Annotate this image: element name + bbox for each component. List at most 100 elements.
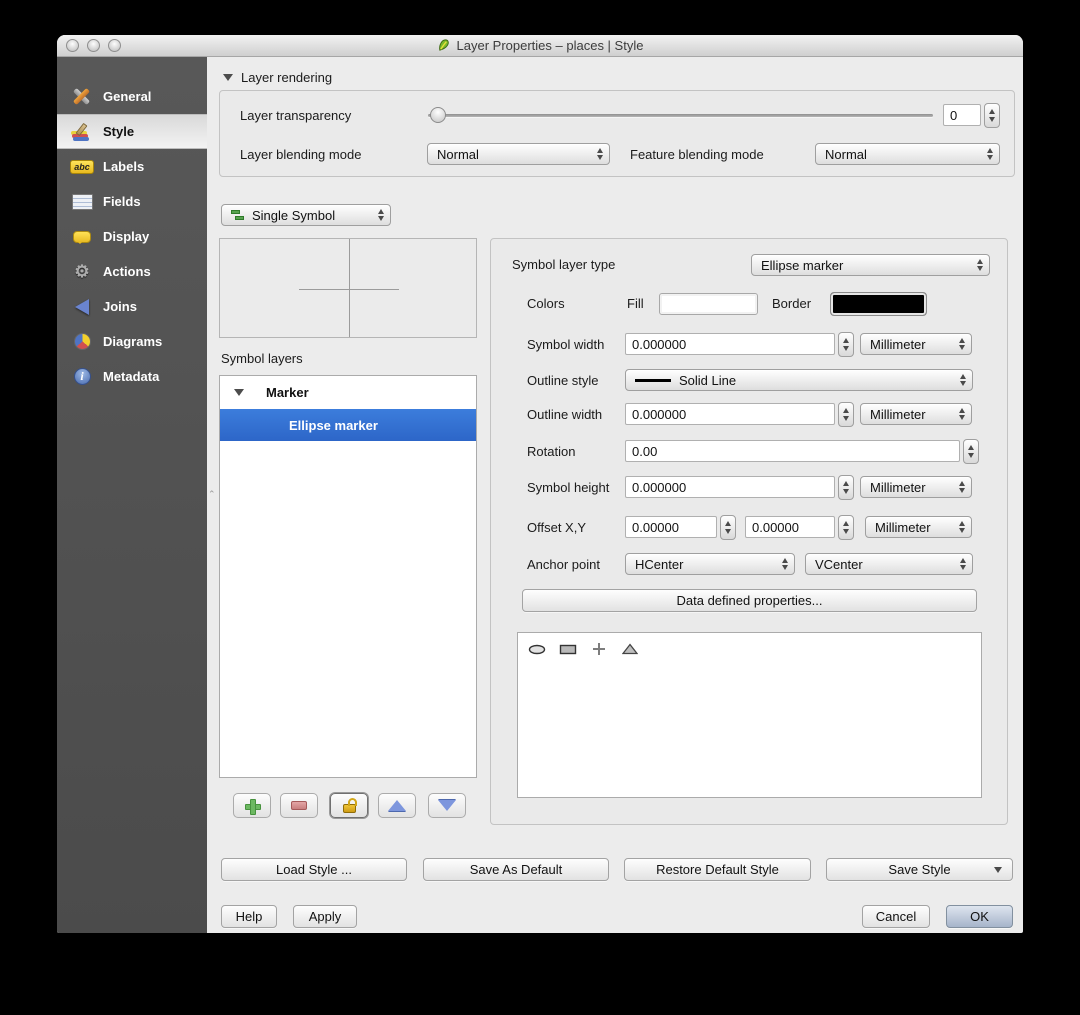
- dropdown-arrows-icon: [959, 338, 965, 350]
- load-style-button[interactable]: Load Style ...: [221, 858, 407, 881]
- titlebar[interactable]: Layer Properties – places | Style: [57, 35, 1023, 57]
- style-icon: [70, 121, 94, 143]
- outline-width-unit-select[interactable]: Millimeter: [860, 403, 972, 425]
- restore-default-style-button[interactable]: Restore Default Style: [624, 858, 811, 881]
- sidebar-item-style[interactable]: Style: [57, 114, 207, 149]
- layer-transparency-value[interactable]: [943, 104, 981, 126]
- remove-symbol-layer-button[interactable]: [280, 793, 318, 818]
- offset-y-input[interactable]: [745, 516, 835, 538]
- offset-unit-select[interactable]: Millimeter: [865, 516, 972, 538]
- slider-handle[interactable]: [430, 107, 446, 123]
- preview-crosshair-horizontal: [299, 289, 399, 290]
- renderer-type-select[interactable]: Single Symbol: [221, 204, 391, 226]
- symbol-height-stepper[interactable]: [838, 475, 854, 500]
- anchor-horizontal-select[interactable]: HCenter: [625, 553, 795, 575]
- layer-transparency-slider[interactable]: [428, 107, 933, 123]
- save-style-menu-arrow-icon: [994, 866, 1002, 873]
- outline-width-input[interactable]: [625, 403, 835, 425]
- sidebar-item-label: General: [103, 89, 152, 104]
- rotation-label: Rotation: [527, 444, 576, 459]
- up-arrow-icon: [388, 800, 406, 811]
- plus-icon: [245, 798, 261, 815]
- sidebar-item-label: Fields: [103, 194, 141, 209]
- sidebar-item-fields[interactable]: Fields: [57, 184, 207, 219]
- offset-y-stepper[interactable]: [838, 515, 854, 540]
- offset-unit-value: Millimeter: [875, 519, 931, 535]
- move-layer-up-button[interactable]: [378, 793, 416, 818]
- feature-blending-mode-select[interactable]: Normal: [815, 143, 1000, 165]
- outline-width-stepper[interactable]: [838, 402, 854, 427]
- solid-line-icon: [635, 378, 671, 382]
- minus-icon: [291, 801, 307, 810]
- single-symbol-icon: [231, 209, 246, 222]
- offset-x-stepper[interactable]: [720, 515, 736, 540]
- symbol-layer-row-selected[interactable]: Ellipse marker: [220, 409, 476, 441]
- outline-style-value: Solid Line: [679, 372, 737, 388]
- save-style-button[interactable]: Save Style: [826, 858, 1013, 881]
- open-lock-icon: [342, 798, 357, 813]
- qgis-icon: [438, 39, 449, 51]
- shape-cross-item[interactable]: [590, 642, 608, 656]
- apply-label: Apply: [308, 909, 342, 924]
- symbol-height-input[interactable]: [625, 476, 835, 498]
- sidebar-item-metadata[interactable]: i Metadata: [57, 359, 207, 394]
- actions-gear-icon: ⚙: [74, 262, 90, 281]
- symbol-width-input[interactable]: [625, 333, 835, 355]
- ok-button[interactable]: OK: [946, 905, 1013, 928]
- rotation-stepper[interactable]: [963, 439, 979, 464]
- outline-style-select[interactable]: Solid Line: [625, 369, 973, 391]
- stepper-up-icon[interactable]: [989, 109, 995, 114]
- symbol-layer-row-label: Ellipse marker: [289, 417, 378, 433]
- symbol-height-unit-select[interactable]: Millimeter: [860, 476, 972, 498]
- feature-blending-mode-value: Normal: [825, 146, 867, 162]
- stepper-down-icon[interactable]: [989, 117, 995, 122]
- rotation-input[interactable]: [625, 440, 960, 462]
- symbol-layer-type-label: Symbol layer type: [512, 257, 616, 272]
- general-icon: [70, 86, 94, 108]
- dropdown-arrows-icon: [378, 209, 384, 221]
- sidebar-item-diagrams[interactable]: Diagrams: [57, 324, 207, 359]
- save-style-label: Save Style: [888, 862, 951, 877]
- close-window-icon[interactable]: [66, 39, 79, 52]
- save-as-default-label: Save As Default: [469, 862, 563, 877]
- lock-color-button[interactable]: [330, 793, 368, 818]
- data-defined-properties-button[interactable]: Data defined properties...: [522, 589, 977, 612]
- window-title: Layer Properties – places | Style: [437, 38, 643, 53]
- sidebar-item-actions[interactable]: ⚙ Actions: [57, 254, 207, 289]
- shape-ellipse-item[interactable]: [528, 642, 546, 656]
- layer-blending-mode-select[interactable]: Normal: [427, 143, 610, 165]
- zoom-window-icon[interactable]: [108, 39, 121, 52]
- shape-rectangle-item[interactable]: [559, 642, 577, 656]
- metadata-info-icon: i: [70, 366, 94, 388]
- tree-disclosure-icon[interactable]: [234, 389, 244, 396]
- marker-shape-list: [517, 632, 982, 798]
- shape-triangle-item[interactable]: [621, 642, 639, 656]
- renderer-type-value: Single Symbol: [252, 207, 336, 223]
- sidebar-item-display[interactable]: Display: [57, 219, 207, 254]
- layer-transparency-stepper[interactable]: [984, 103, 1000, 128]
- offset-x-input[interactable]: [625, 516, 717, 538]
- sidebar-item-labels[interactable]: abc Labels: [57, 149, 207, 184]
- border-color-button[interactable]: [830, 292, 927, 316]
- symbol-layer-type-select[interactable]: Ellipse marker: [751, 254, 990, 276]
- move-layer-down-button[interactable]: [428, 793, 466, 818]
- layer-rendering-header[interactable]: Layer rendering: [223, 70, 332, 85]
- add-symbol-layer-button[interactable]: [233, 793, 271, 818]
- symbol-width-unit-select[interactable]: Millimeter: [860, 333, 972, 355]
- panel-collapse-handle[interactable]: ⌃: [208, 490, 217, 499]
- symbol-width-stepper[interactable]: [838, 332, 854, 357]
- save-as-default-button[interactable]: Save As Default: [423, 858, 609, 881]
- help-button[interactable]: Help: [221, 905, 277, 928]
- labels-icon-text: abc: [70, 159, 94, 174]
- minimize-window-icon[interactable]: [87, 39, 100, 52]
- sidebar-item-general[interactable]: General: [57, 79, 207, 114]
- cancel-button[interactable]: Cancel: [862, 905, 930, 928]
- apply-button[interactable]: Apply: [293, 905, 357, 928]
- symbol-layers-group-row[interactable]: Marker: [220, 376, 476, 409]
- border-label: Border: [772, 296, 812, 311]
- fill-color-button[interactable]: [659, 293, 758, 315]
- sidebar-item-joins[interactable]: Joins: [57, 289, 207, 324]
- layer-transparency-label: Layer transparency: [240, 108, 352, 123]
- anchor-vertical-select[interactable]: VCenter: [805, 553, 973, 575]
- layer-properties-window: Layer Properties – places | Style Genera…: [57, 35, 1023, 933]
